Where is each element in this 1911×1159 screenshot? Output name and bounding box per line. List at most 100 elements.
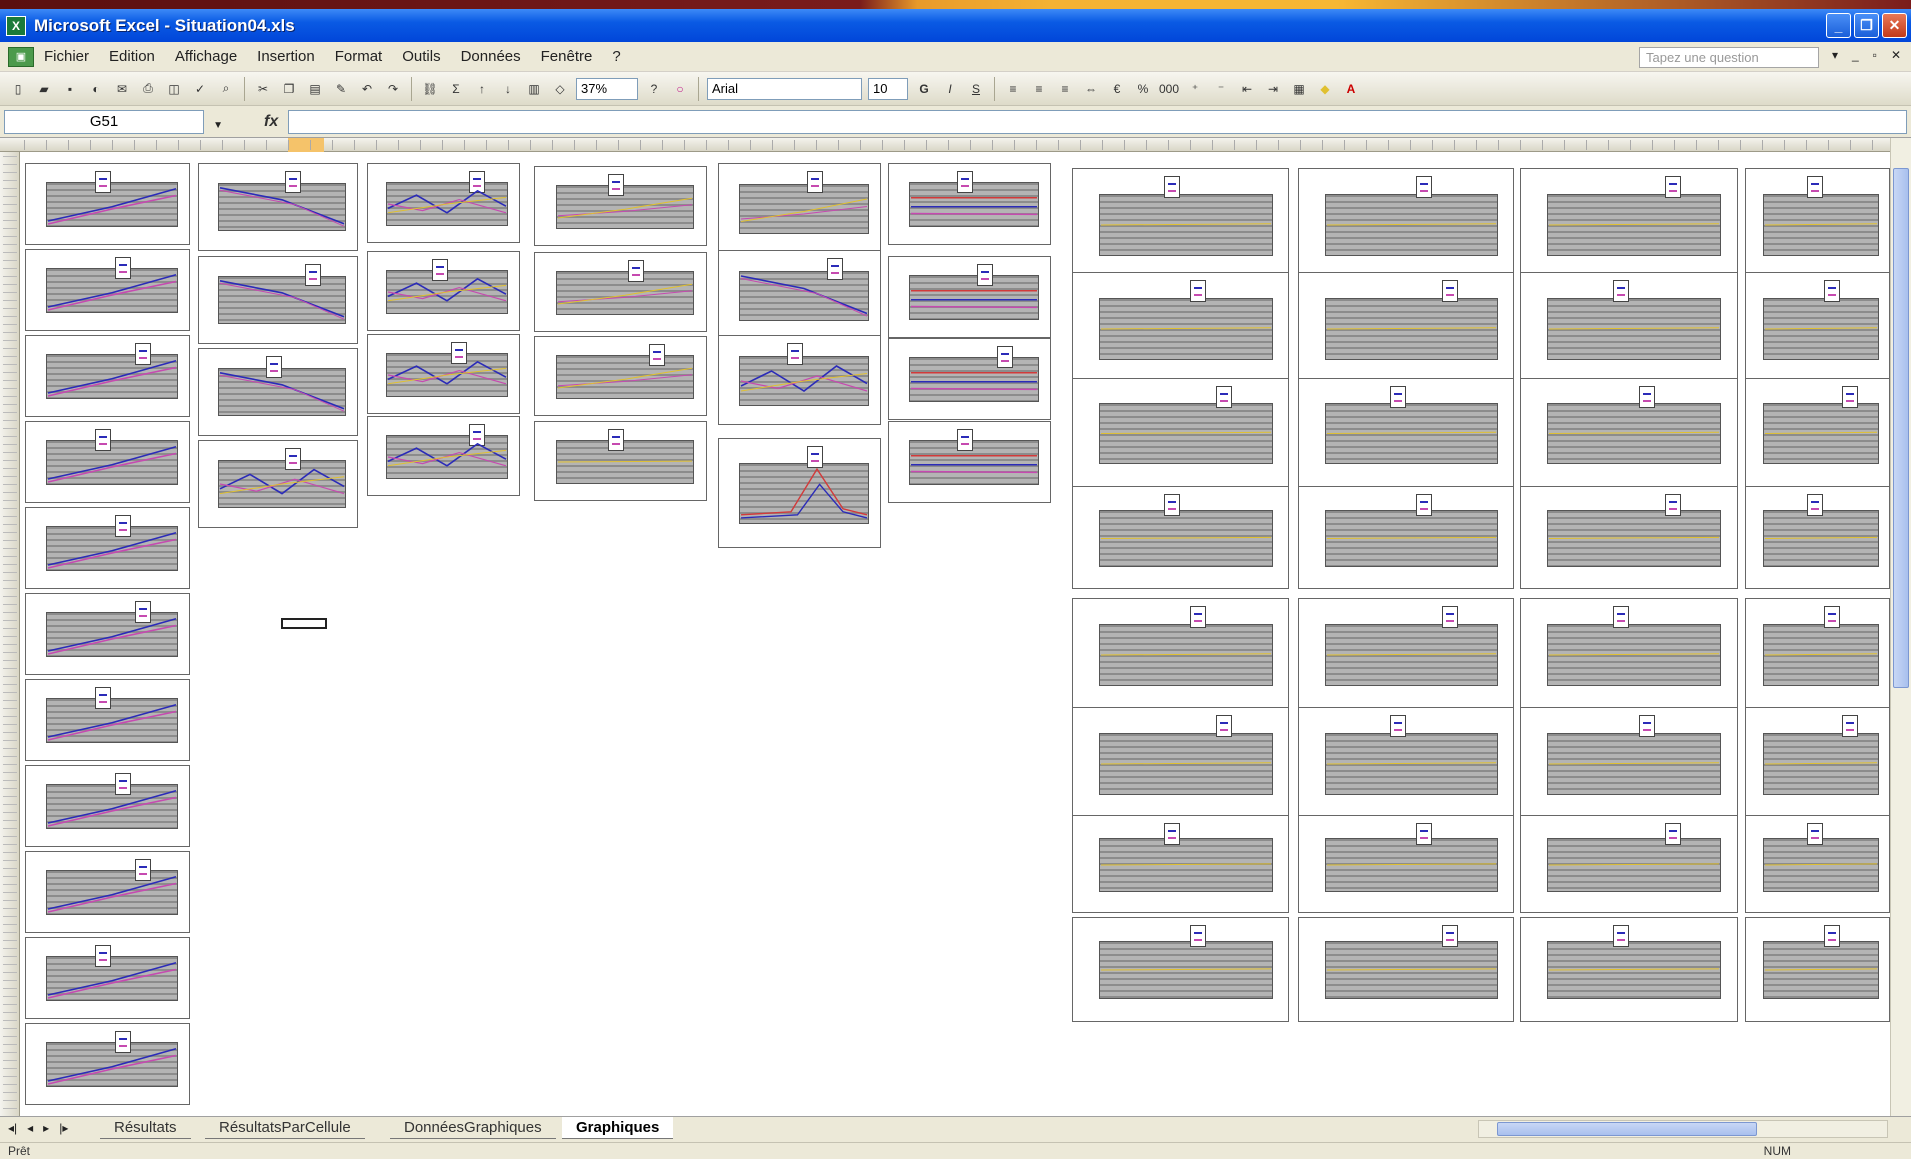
decrease-decimal-icon[interactable]: ⁻ (1211, 79, 1231, 99)
embedded-chart[interactable] (1745, 815, 1890, 913)
drawing-icon[interactable]: ◇ (550, 79, 570, 99)
office-icon[interactable]: ○ (670, 79, 690, 99)
embedded-chart[interactable] (1072, 168, 1289, 280)
embedded-chart[interactable] (1298, 378, 1514, 488)
bold-icon[interactable]: G (914, 79, 934, 99)
embedded-chart[interactable] (1745, 486, 1890, 589)
embedded-chart[interactable] (25, 507, 190, 589)
embedded-chart[interactable] (25, 1023, 190, 1105)
embedded-chart[interactable] (367, 251, 520, 331)
name-box[interactable]: G51 ▼ (4, 109, 223, 134)
minimize-button[interactable]: _ (1826, 13, 1851, 38)
embedded-chart[interactable] (1745, 272, 1890, 384)
menu-help[interactable]: ? (602, 48, 630, 65)
embedded-chart[interactable] (1072, 917, 1289, 1022)
embedded-chart[interactable] (367, 163, 520, 243)
embedded-chart[interactable] (1745, 598, 1890, 710)
embedded-chart[interactable] (198, 256, 358, 344)
embedded-chart[interactable] (534, 421, 707, 501)
sort-descending-icon[interactable]: ↓ (498, 79, 518, 99)
help-icon[interactable]: ? (644, 79, 664, 99)
font-color-icon[interactable]: A (1341, 79, 1361, 99)
embedded-chart[interactable] (1072, 486, 1289, 589)
vertical-scrollbar[interactable] (1890, 138, 1911, 1116)
print-preview-icon[interactable]: ◫ (164, 79, 184, 99)
embedded-chart[interactable] (25, 937, 190, 1019)
italic-icon[interactable]: I (940, 79, 960, 99)
format-painter-icon[interactable]: ✎ (331, 79, 351, 99)
embedded-chart[interactable] (1298, 272, 1514, 384)
next-sheet-icon[interactable]: ▸ (43, 1121, 49, 1135)
selected-column-header[interactable] (288, 138, 324, 152)
redo-icon[interactable]: ↷ (383, 79, 403, 99)
increase-decimal-icon[interactable]: ⁺ (1185, 79, 1205, 99)
last-sheet-icon[interactable]: |▸ (59, 1121, 68, 1135)
embedded-chart[interactable] (198, 348, 358, 436)
row-headers[interactable] (0, 152, 20, 1116)
menu-donnees[interactable]: Données (451, 48, 531, 65)
embedded-chart[interactable] (1298, 707, 1514, 819)
worksheet[interactable] (0, 138, 1911, 1116)
embedded-chart[interactable] (198, 440, 358, 528)
align-center-icon[interactable]: ≡ (1029, 79, 1049, 99)
embedded-chart[interactable] (1298, 598, 1514, 710)
open-icon[interactable]: ▰ (34, 79, 54, 99)
borders-icon[interactable]: ▦ (1289, 79, 1309, 99)
embedded-chart[interactable] (718, 335, 881, 425)
menu-affichage[interactable]: Affichage (165, 48, 247, 65)
embedded-chart[interactable] (367, 334, 520, 414)
research-icon[interactable]: ⌕ (216, 79, 236, 99)
prev-sheet-icon[interactable]: ◂ (27, 1121, 33, 1135)
embedded-chart[interactable] (25, 335, 190, 417)
cut-icon[interactable]: ✂ (253, 79, 273, 99)
embedded-chart[interactable] (718, 163, 881, 253)
embedded-chart[interactable] (534, 166, 707, 246)
name-box-dropdown-icon[interactable]: ▼ (213, 115, 223, 137)
copy-icon[interactable]: ❐ (279, 79, 299, 99)
fill-color-icon[interactable]: ◆ (1315, 79, 1335, 99)
embedded-chart[interactable] (1072, 707, 1289, 819)
embedded-chart[interactable] (1072, 378, 1289, 488)
menu-fenetre[interactable]: Fenêtre (531, 48, 603, 65)
percent-icon[interactable]: % (1133, 79, 1153, 99)
undo-icon[interactable]: ↶ (357, 79, 377, 99)
new-icon[interactable]: ▯ (8, 79, 28, 99)
embedded-chart[interactable] (1745, 707, 1890, 819)
embedded-chart[interactable] (198, 163, 358, 251)
workbook-icon[interactable]: ▣ (8, 46, 34, 67)
hyperlink-icon[interactable]: ⛓ (420, 79, 440, 99)
align-right-icon[interactable]: ≡ (1055, 79, 1075, 99)
currency-icon[interactable]: € (1107, 79, 1127, 99)
embedded-chart[interactable] (1298, 168, 1514, 280)
embedded-chart[interactable] (888, 421, 1051, 503)
tab-graphiques[interactable]: Graphiques (562, 1117, 674, 1139)
workbook-close-icon[interactable]: ✕ (1891, 48, 1901, 62)
vertical-scroll-thumb[interactable] (1893, 168, 1909, 688)
horizontal-scrollbar[interactable] (1478, 1120, 1888, 1138)
embedded-chart[interactable] (718, 438, 881, 548)
embedded-chart[interactable] (25, 421, 190, 503)
menu-fichier[interactable]: Fichier (34, 48, 99, 65)
embedded-chart[interactable] (1298, 815, 1514, 913)
autosum-icon[interactable]: Σ (446, 79, 466, 99)
menu-outils[interactable]: Outils (392, 48, 450, 65)
spelling-icon[interactable]: ✓ (190, 79, 210, 99)
increase-indent-icon[interactable]: ⇥ (1263, 79, 1283, 99)
first-sheet-icon[interactable]: ◂| (8, 1121, 17, 1135)
embedded-chart[interactable] (1745, 378, 1890, 488)
close-button[interactable]: ✕ (1882, 13, 1907, 38)
embedded-chart[interactable] (25, 765, 190, 847)
font-size-select[interactable]: 10 (868, 77, 908, 100)
title-bar[interactable]: X Microsoft Excel - Situation04.xls _ ❐ … (0, 9, 1911, 42)
align-left-icon[interactable]: ≡ (1003, 79, 1023, 99)
workbook-restore-icon[interactable]: ▫ (1873, 48, 1877, 62)
embedded-chart[interactable] (1520, 486, 1738, 589)
tab-resultats-par-cellule[interactable]: RésultatsParCellule (205, 1117, 365, 1139)
embedded-chart[interactable] (1298, 486, 1514, 589)
tab-donnees-graphiques[interactable]: DonnéesGraphiques (390, 1117, 556, 1139)
underline-icon[interactable]: S (966, 79, 986, 99)
menu-edition[interactable]: Edition (99, 48, 165, 65)
column-headers[interactable] (0, 138, 1890, 152)
menu-format[interactable]: Format (325, 48, 393, 65)
formula-input[interactable] (288, 109, 1907, 134)
